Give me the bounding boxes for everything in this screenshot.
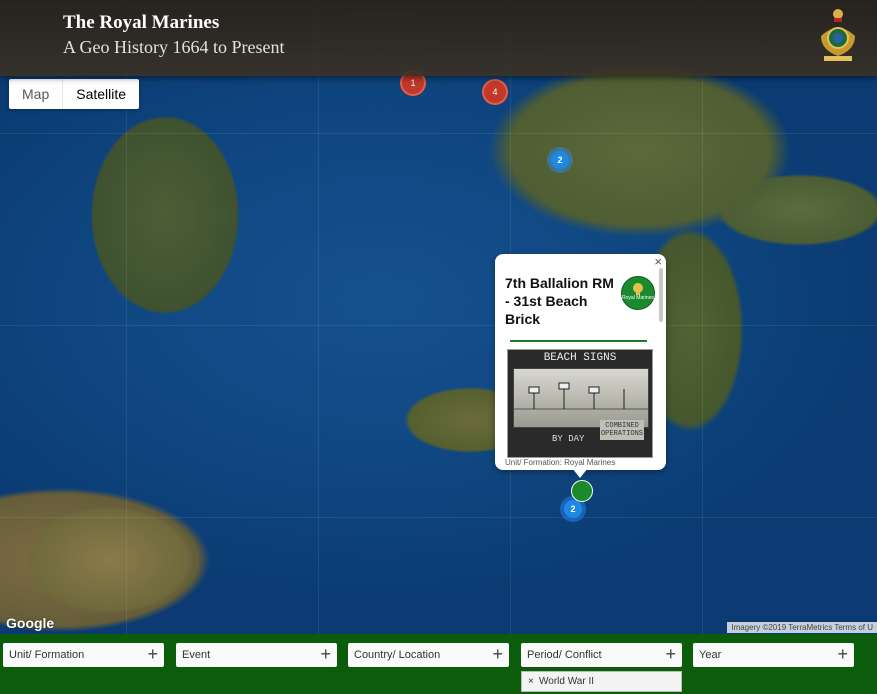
filter-unit-formation[interactable]: Unit/ Formation + [3,643,164,667]
page-title: The Royal Marines [63,12,220,33]
badge-text: Royal Marines [622,295,654,301]
map-type-satellite-button[interactable]: Satellite [63,79,139,109]
filter-label: Period/ Conflict [527,649,602,661]
info-window-detail: Unit/ Formation: Royal Marines [505,458,616,467]
filter-year[interactable]: Year + [693,643,854,667]
app-header: The Royal Marines A Geo History 1664 to … [0,0,877,76]
filter-label: Unit/ Formation [9,649,85,661]
remove-filter-icon[interactable]: × [528,676,534,687]
map-attribution[interactable]: Imagery ©2019 TerraMetrics Terms of U [727,622,877,633]
info-window: × 7th Ballalion RM - 31st Beach Brick Ro… [495,254,666,470]
filter-country-location[interactable]: Country/ Location + [348,643,509,667]
royal-marines-badge-icon: Royal Marines [621,276,655,310]
active-filter-chip: × World War II [521,671,682,692]
divider [510,340,647,342]
location-pin-marker[interactable] [571,480,593,502]
info-window-scrollbar[interactable] [659,268,663,322]
filter-event[interactable]: Event + [176,643,337,667]
plus-icon[interactable]: + [665,644,676,665]
cluster-marker-blue[interactable]: 2 [551,151,569,169]
plus-icon[interactable]: + [320,644,331,665]
map-type-map-button[interactable]: Map [9,79,64,109]
cluster-marker-blue[interactable]: 2 [564,500,582,518]
map-gridline [0,517,877,518]
image-heading: BEACH SIGNS [543,352,617,364]
plus-icon[interactable]: + [147,644,158,665]
image-box-text: COMBINED OPERATIONS [600,420,644,440]
image-footer: BY DAY [552,434,585,444]
page-subtitle: A Geo History 1664 to Present [63,37,285,57]
image-panel [513,368,649,428]
filter-bar: Unit/ Formation + Event + Country/ Locat… [0,634,877,694]
royal-marines-crest-icon [817,6,859,66]
filter-label: Year [699,649,722,661]
map-gridline [318,0,319,634]
filter-label: Event [182,649,211,661]
map-gridline [0,133,877,134]
map-gridline [0,325,877,326]
beach-signs-image[interactable]: BEACH SIGNS COMBINED OPERATIONS BY DAY [507,349,653,458]
close-icon[interactable]: × [654,254,662,269]
info-window-title: 7th Ballalion RM - 31st Beach Brick [505,275,614,327]
filter-label: Country/ Location [354,649,441,661]
map-canvas[interactable]: 1 4 2 2 Map Satellite × 7th Ballalion RM… [0,0,877,634]
info-window-tail [572,468,588,478]
plus-icon[interactable]: + [492,644,503,665]
map-type-control: Map Satellite [9,79,140,109]
map-gridline [702,0,703,634]
chip-label: World War II [539,676,595,687]
cluster-marker-red[interactable]: 4 [482,79,508,105]
google-logo: Google [6,615,55,631]
plus-icon[interactable]: + [837,644,848,665]
filter-period-conflict[interactable]: Period/ Conflict + [521,643,682,667]
